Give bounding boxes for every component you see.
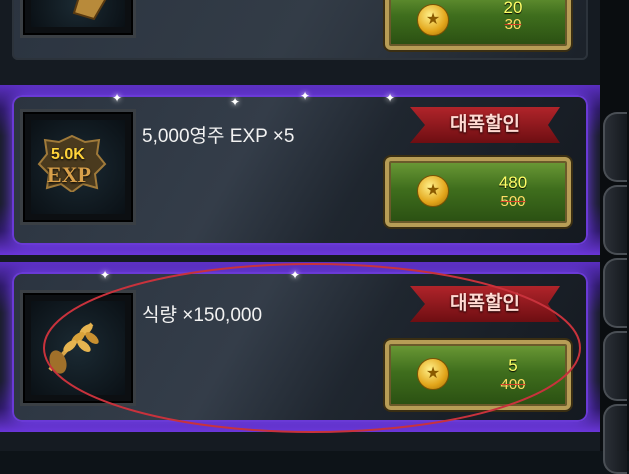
sparkle: ✦ bbox=[112, 91, 123, 105]
sparkle: ✦ bbox=[300, 89, 311, 103]
gold-coin-icon: ★ bbox=[417, 358, 449, 390]
price-original: 500 bbox=[500, 193, 526, 210]
exp-icon-label: EXP bbox=[47, 162, 91, 187]
price-discounted: 480 bbox=[498, 173, 528, 192]
shop-item[interactable]: ✦ ✦ ✦ ✦ 5.0K EXP 5,000영주 EXP ×5 대폭할인 ★ 4… bbox=[0, 85, 600, 255]
item-icon-frame bbox=[20, 290, 136, 406]
gold-coin-icon: ★ bbox=[417, 4, 449, 36]
item-title: 5,000영주 EXP ×5 bbox=[142, 126, 295, 147]
price-discounted: 5 bbox=[508, 356, 518, 375]
side-tab[interactable] bbox=[603, 112, 627, 182]
side-tab[interactable] bbox=[603, 404, 627, 474]
sparkle: ✦ bbox=[385, 91, 396, 105]
item-icon-frame bbox=[20, 0, 136, 38]
exp-icon: 5.0K EXP bbox=[37, 132, 107, 192]
side-tab[interactable] bbox=[603, 331, 627, 401]
gold-coin-icon: ★ bbox=[417, 175, 449, 207]
buy-button[interactable]: ★ 480 500 bbox=[385, 157, 571, 227]
price-original: 400 bbox=[500, 376, 526, 393]
wheat-icon bbox=[48, 322, 99, 374]
side-tab[interactable] bbox=[603, 258, 627, 328]
shop-list: ★ 20 30 ✦ ✦ ✦ ✦ 5.0K EXP 5,000영주 EXP ×5 … bbox=[0, 0, 600, 451]
treasure-icon bbox=[72, 0, 107, 21]
side-tab[interactable] bbox=[603, 185, 627, 255]
shop-item[interactable]: ✦ ✦ 식량 ×150,000 대폭할인 ★ 5 400 bbox=[0, 262, 600, 432]
sparkle: ✦ bbox=[290, 268, 301, 282]
buy-button[interactable]: ★ 5 400 bbox=[385, 340, 571, 410]
discount-ribbon: 대폭할인 bbox=[410, 107, 560, 143]
discount-ribbon: 대폭할인 bbox=[410, 286, 560, 322]
item-title: 식량 ×150,000 bbox=[142, 305, 263, 326]
shop-item[interactable]: ★ 20 30 bbox=[0, 0, 600, 70]
sparkle: ✦ bbox=[100, 268, 111, 282]
sparkle: ✦ bbox=[230, 95, 241, 109]
price-original: 30 bbox=[504, 16, 522, 33]
buy-button[interactable]: ★ 20 30 bbox=[385, 0, 571, 50]
item-icon-frame: 5.0K EXP bbox=[20, 109, 136, 225]
